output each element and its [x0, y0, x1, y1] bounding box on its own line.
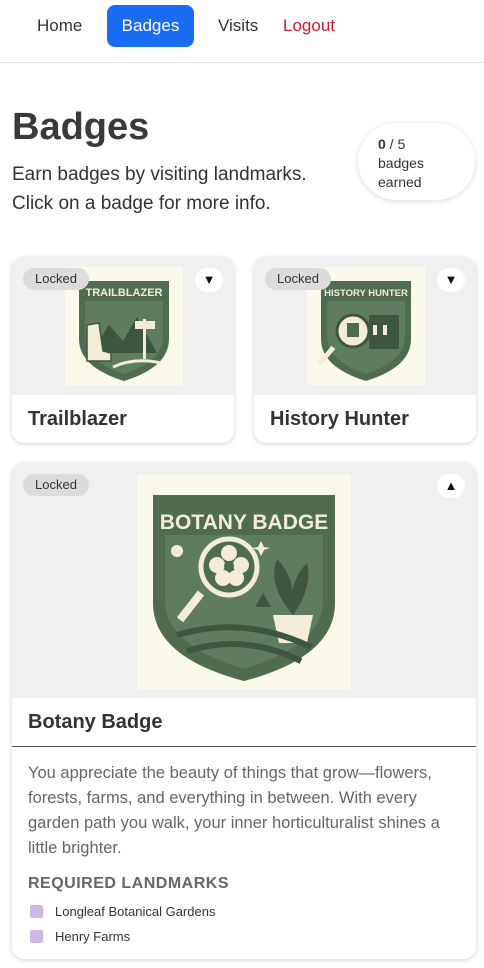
locked-badge: Locked: [23, 474, 89, 496]
landmark-bullet-icon: [30, 930, 43, 943]
list-item: Henry Farms: [30, 924, 460, 949]
list-item: Longleaf Botanical Gardens: [30, 899, 460, 924]
top-nav: Home Badges Visits Logout: [0, 0, 484, 63]
badge-card-botany[interactable]: BOTANY BADGE Locked ▲ Botany Badge You a…: [12, 463, 476, 959]
badges-earned-counter: 0 / 5 badges earned: [358, 123, 475, 200]
landmark-name: Longleaf Botanical Gardens: [55, 904, 216, 919]
landmark-bullet-icon: [30, 905, 43, 918]
collapse-toggle-button[interactable]: ▲: [437, 474, 465, 498]
badge-card-trailblazer[interactable]: TRAILBLAZER Locked ▼ Trailblazer: [12, 257, 234, 443]
expand-toggle-button[interactable]: ▼: [195, 268, 223, 292]
botany-badge-text: BOTANY BADGE: [160, 511, 328, 534]
earned-count: 0: [378, 136, 386, 152]
page-title: Badges: [12, 106, 150, 148]
nav-badges-link[interactable]: Badges: [107, 5, 194, 47]
botany-badge-image: BOTANY BADGE: [137, 475, 351, 689]
earned-label: badges earned: [378, 155, 424, 190]
required-landmarks-heading: REQUIRED LANDMARKS: [28, 875, 229, 892]
page-intro: Earn badges by visiting landmarks. Click…: [12, 164, 307, 214]
badge-description: You appreciate the beauty of things that…: [28, 764, 440, 857]
landmark-name: Henry Farms: [55, 929, 131, 944]
locked-badge: Locked: [265, 268, 331, 290]
badge-card-header: BOTANY BADGE Locked ▲: [12, 463, 476, 698]
badge-title: History Hunter: [270, 408, 409, 430]
badge-card-history-hunter[interactable]: HISTORY HUNTER Locked ▼ History Hunter: [254, 257, 476, 443]
nav-logout-link[interactable]: Logout: [269, 5, 349, 47]
total-count: / 5: [385, 136, 406, 152]
badge-title: Botany Badge: [12, 698, 476, 747]
nav-visits-link[interactable]: Visits: [204, 5, 272, 47]
badge-card-header: HISTORY HUNTER Locked ▼: [254, 257, 476, 395]
expand-toggle-button[interactable]: ▼: [437, 268, 465, 292]
trailblazer-badge-text: TRAILBLAZER: [86, 287, 163, 299]
required-landmarks-list: Longleaf Botanical Gardens Henry Farms: [12, 893, 476, 949]
locked-badge: Locked: [23, 268, 89, 290]
badge-card-header: TRAILBLAZER Locked ▼: [12, 257, 234, 395]
badge-title: Trailblazer: [28, 408, 127, 430]
nav-home-link[interactable]: Home: [23, 5, 96, 47]
history-hunter-badge-text: HISTORY HUNTER: [324, 288, 408, 299]
